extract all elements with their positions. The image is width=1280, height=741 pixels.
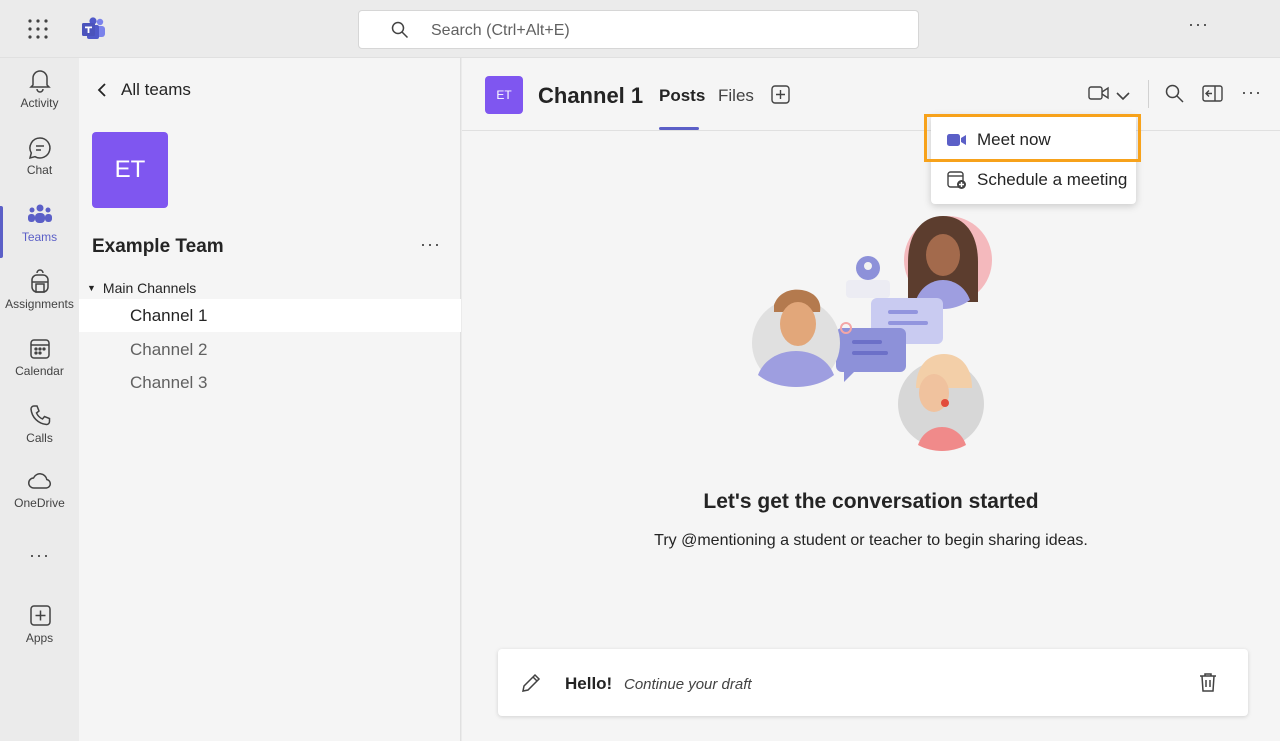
panel-icon (1202, 85, 1223, 102)
chat-icon (28, 137, 51, 160)
pencil-icon (520, 672, 542, 699)
rail-label-activity: Activity (20, 96, 59, 110)
rail-label-apps: Apps (25, 631, 54, 645)
empty-state-title: Let's get the conversation started (703, 490, 1039, 513)
cloud-icon (27, 473, 51, 489)
channel-header: ET Channel 1 Posts Files ··· (462, 58, 1280, 131)
all-teams-label: All teams (121, 80, 191, 99)
main-channels-section[interactable]: ▼ Main Channels (87, 280, 196, 296)
calendar-add-icon (947, 170, 967, 190)
app-launcher-icon[interactable] (26, 17, 50, 41)
rail-label-calendar: Calendar (15, 364, 64, 378)
search-box[interactable]: Search (Ctrl+Alt+E) (358, 10, 919, 49)
channel-info-button[interactable] (1202, 84, 1223, 108)
channel-search-button[interactable] (1165, 84, 1184, 108)
empty-state-subtitle: Try @mentioning a student or teacher to … (654, 532, 1088, 549)
rail-label-calls: Calls (26, 431, 53, 445)
draft-composer[interactable]: Hello! Continue your draft (498, 649, 1248, 716)
rail-label-teams: Teams (21, 230, 58, 244)
meet-button[interactable] (1088, 84, 1110, 107)
schedule-meeting-label: Schedule a meeting (977, 170, 1128, 189)
channel-avatar: ET (485, 76, 523, 114)
caret-down-icon: ▼ (87, 283, 96, 293)
team-sidebar: All teams ET Example Team ··· ▼ Main Cha… (79, 58, 461, 741)
team-avatar: ET (92, 132, 168, 208)
schedule-meeting-item[interactable]: Schedule a meeting (931, 160, 1136, 200)
search-icon (1165, 84, 1184, 103)
settings-more-button[interactable]: ··· (1188, 14, 1209, 35)
teams-logo-icon (81, 17, 107, 41)
chevron-down-icon (1116, 92, 1130, 101)
team-more-button[interactable]: ··· (420, 234, 441, 255)
rail-item-onedrive[interactable]: OneDrive (0, 468, 79, 530)
draft-text: Hello! (565, 674, 613, 693)
rail-item-calendar[interactable]: Calendar (0, 336, 79, 398)
app-rail: Activity Chat Teams Assignments Calendar… (0, 58, 79, 741)
rail-item-calls[interactable]: Calls (0, 403, 79, 465)
phone-icon (29, 405, 50, 426)
active-tab-indicator (659, 127, 699, 130)
rail-item-assignments[interactable]: Assignments (0, 269, 79, 331)
conversation-illustration (748, 210, 998, 455)
channel-item-3[interactable]: Channel 3 (79, 366, 461, 399)
calendar-icon (29, 339, 50, 359)
meet-dropdown-button[interactable] (1116, 88, 1130, 106)
rail-item-activity[interactable]: Activity (0, 66, 79, 128)
channel-more-button[interactable]: ··· (1241, 82, 1262, 103)
add-square-icon (771, 85, 790, 104)
all-teams-back-button[interactable]: All teams (97, 80, 191, 100)
search-placeholder: Search (Ctrl+Alt+E) (431, 22, 570, 39)
team-name: Example Team (92, 236, 224, 257)
rail-label-assignments: Assignments (5, 297, 74, 311)
meet-now-highlight (924, 114, 1141, 162)
add-tab-button[interactable] (771, 85, 790, 109)
rail-more-button[interactable]: ··· (0, 545, 79, 575)
delete-draft-button[interactable] (1198, 671, 1218, 698)
chevron-left-icon (97, 83, 106, 97)
rail-item-apps[interactable]: Apps (0, 603, 79, 665)
search-icon (391, 21, 409, 44)
bell-icon (28, 70, 51, 93)
rail-label-onedrive: OneDrive (14, 496, 65, 510)
header-divider (1148, 80, 1149, 108)
rail-item-chat[interactable]: Chat (0, 135, 79, 197)
tab-posts[interactable]: Posts (659, 86, 705, 106)
section-label: Main Channels (102, 280, 197, 296)
draft-hint: Continue your draft (624, 676, 752, 693)
channel-item-2[interactable]: Channel 2 (79, 333, 461, 366)
top-bar: Search (Ctrl+Alt+E) ··· (0, 0, 1280, 58)
tab-files[interactable]: Files (718, 86, 754, 106)
teams-icon (27, 204, 52, 223)
rail-label-chat: Chat (26, 163, 53, 177)
rail-item-teams[interactable]: Teams (0, 202, 79, 264)
channel-item-1[interactable]: Channel 1 (79, 299, 461, 332)
video-camera-icon (1088, 86, 1109, 100)
add-square-icon (29, 605, 51, 626)
trash-icon (1200, 673, 1216, 692)
backpack-icon (30, 269, 49, 293)
channel-title: Channel 1 (538, 83, 644, 108)
